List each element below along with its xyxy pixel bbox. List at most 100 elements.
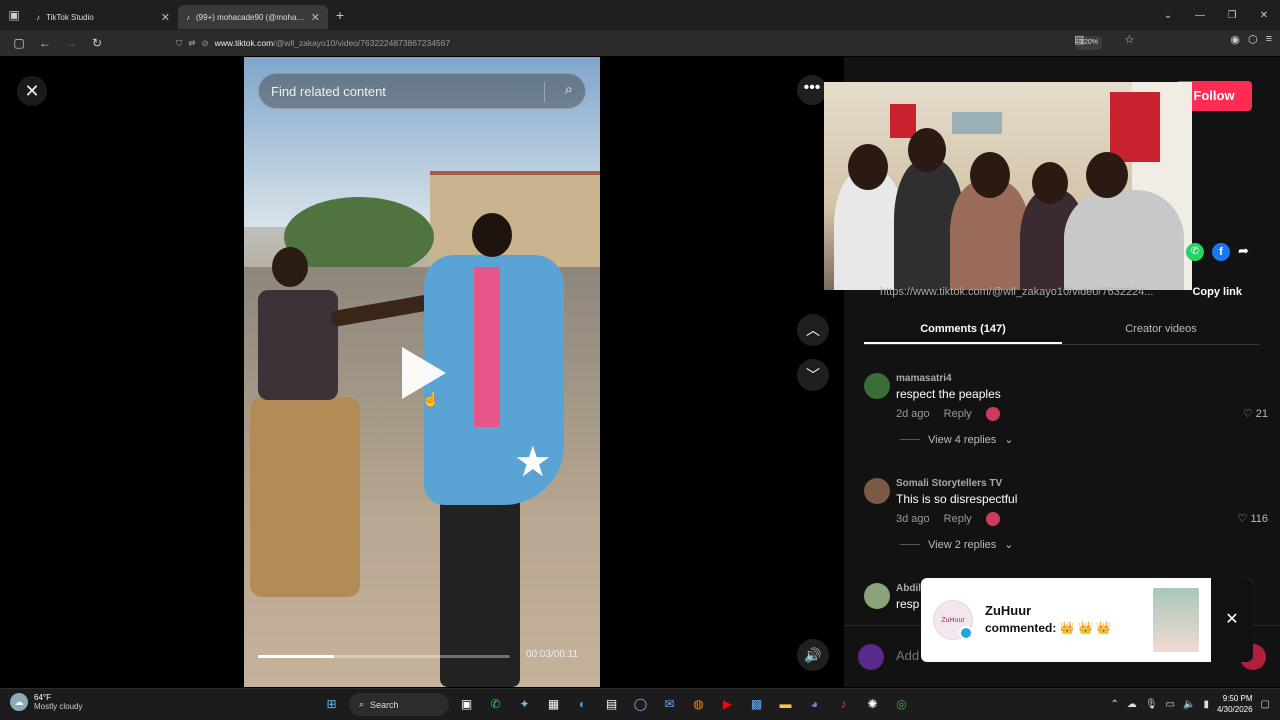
- bookmark-star-icon[interactable]: ☆: [1124, 33, 1134, 46]
- network-icon[interactable]: ▭: [1166, 699, 1175, 710]
- view-replies-label: View 4 replies: [928, 433, 997, 446]
- video-thumbnail[interactable]: [1153, 588, 1199, 652]
- mouse-cursor-icon: ☝: [422, 391, 440, 407]
- close-tab-icon[interactable]: ✕: [161, 11, 170, 24]
- speaker-icon[interactable]: 🔈: [1183, 699, 1195, 710]
- window-controls: ⌄ — ❐ ✕: [1152, 0, 1280, 30]
- picture-in-picture-video[interactable]: [824, 82, 1192, 290]
- volume-button[interactable]: 🔊: [797, 639, 829, 671]
- chevron-up-icon[interactable]: ⌃: [1110, 699, 1118, 710]
- sidebar-toggle-icon[interactable]: ▢: [8, 36, 30, 50]
- tab-comments[interactable]: Comments (147): [864, 317, 1062, 344]
- calculator-icon[interactable]: ▩: [745, 693, 768, 716]
- tiktok-video-page: ✕ ★ Find related content ⌕ ☝ 00:03/00:11…: [0, 57, 1280, 687]
- previous-video-button[interactable]: ︿: [797, 314, 829, 346]
- comment-username[interactable]: Abdil: [896, 583, 921, 594]
- close-toast-button[interactable]: ✕: [1211, 578, 1253, 662]
- reply-button[interactable]: Reply: [944, 408, 972, 420]
- notifications-icon[interactable]: ▢: [1261, 699, 1270, 710]
- extensions-icon[interactable]: ⬡: [1248, 33, 1258, 46]
- minimize-button[interactable]: —: [1184, 10, 1216, 21]
- reader-view-icon[interactable]: ▤: [1074, 33, 1084, 46]
- close-window-button[interactable]: ✕: [1248, 10, 1280, 21]
- chatgpt-icon[interactable]: ✺: [861, 693, 884, 716]
- tab-actions-icon[interactable]: ▣: [0, 0, 28, 30]
- maximize-button[interactable]: ❐: [1216, 10, 1248, 21]
- whatsapp-icon[interactable]: ✆: [484, 693, 507, 716]
- reload-button[interactable]: ↻: [86, 36, 108, 50]
- view-replies-button[interactable]: View 4 replies ⌄: [900, 433, 1014, 446]
- progress-fill: [258, 655, 334, 658]
- avatar[interactable]: [864, 583, 890, 609]
- search-input[interactable]: Find related content: [271, 84, 386, 99]
- comment-username[interactable]: Somali Storytellers TV: [896, 478, 1002, 489]
- notification-toast[interactable]: ZuHuur ZuHuur commented: 👑 👑 👑 ✕: [921, 578, 1253, 662]
- like-count: 21: [1255, 408, 1268, 420]
- cortana-icon[interactable]: ◯: [629, 693, 652, 716]
- find-related-search[interactable]: Find related content ⌕: [258, 73, 586, 109]
- heart-icon[interactable]: ♡: [1243, 408, 1253, 420]
- chevron-down-icon: ⌄: [1004, 539, 1014, 551]
- date: 4/30/2026: [1216, 705, 1253, 714]
- browser-toolbar-icons: ▤ ☆ ◉ ⬡ ≡: [1074, 33, 1272, 46]
- tiktok-icon: ♪: [186, 12, 190, 22]
- youtube-icon[interactable]: ▶: [716, 693, 739, 716]
- tab-creator-videos[interactable]: Creator videos: [1062, 317, 1260, 344]
- clock[interactable]: 9:50 PM 4/30/2026: [1217, 693, 1253, 715]
- share-icons: ✆ f ➦: [1186, 243, 1249, 261]
- facebook-icon[interactable]: f: [1212, 243, 1230, 261]
- browser-tab-tiktok-studio[interactable]: ♪ TikTok Studio ✕: [28, 5, 178, 29]
- more-options-button[interactable]: •••: [797, 75, 827, 105]
- avatar[interactable]: [864, 478, 890, 504]
- shield-icon: ⛉: [176, 37, 183, 48]
- start-icon[interactable]: ⊞: [320, 693, 343, 716]
- close-video-button[interactable]: ✕: [17, 76, 47, 106]
- comment-text: resp: [896, 597, 920, 611]
- new-tab-button[interactable]: +: [328, 7, 352, 23]
- microphone-icon[interactable]: 🎙: [1145, 699, 1158, 710]
- menu-icon[interactable]: ≡: [1266, 33, 1272, 46]
- view-replies-button[interactable]: View 2 replies ⌄: [900, 538, 1014, 551]
- account-icon[interactable]: ◉: [1230, 33, 1240, 46]
- onedrive-icon[interactable]: ☁: [1127, 699, 1137, 710]
- file-explorer-icon[interactable]: ▬: [774, 693, 797, 716]
- battery-icon[interactable]: ▮: [1203, 699, 1209, 710]
- close-tab-icon[interactable]: ✕: [311, 11, 320, 24]
- taskbar-search[interactable]: ⌕ Search: [349, 693, 449, 716]
- heart-icon[interactable]: ♡: [1238, 513, 1248, 525]
- url-text[interactable]: www.tiktok.com/@wll_zakayo10/video/76322…: [215, 38, 450, 48]
- discord-icon[interactable]: ◕: [803, 693, 826, 716]
- task-view-icon[interactable]: ▣: [455, 693, 478, 716]
- toast-username: ZuHuur: [985, 603, 1032, 618]
- video-timecode: 00:03/00:11: [526, 649, 579, 660]
- address-bar[interactable]: ⛉ ⇄ ⊘ www.tiktok.com/@wll_zakayo10/video…: [176, 33, 1128, 53]
- edge-icon[interactable]: ◐: [571, 693, 594, 716]
- video-progress-bar[interactable]: [258, 655, 510, 658]
- tab-list-icon[interactable]: ⌄: [1152, 10, 1184, 21]
- copilot-icon[interactable]: ✦: [513, 693, 536, 716]
- share-link-row: https://www.tiktok.com/@wll_zakayo10/vid…: [872, 281, 1252, 303]
- permissions-icon[interactable]: ⇄: [188, 38, 195, 49]
- weather-widget[interactable]: ☁ 64°F Mostly cloudy: [10, 693, 82, 711]
- firefox-icon[interactable]: ◍: [687, 693, 710, 716]
- search-icon[interactable]: ⌕: [565, 81, 573, 98]
- tiktok-icon[interactable]: ♪: [832, 693, 855, 716]
- forward-button[interactable]: →: [60, 36, 82, 50]
- news-icon[interactable]: ▦: [542, 693, 565, 716]
- toast-message: commented: 👑 👑 👑: [985, 621, 1112, 635]
- mail-icon[interactable]: ✉: [658, 693, 681, 716]
- next-video-button[interactable]: ﹀: [797, 359, 829, 391]
- avatar[interactable]: [864, 373, 890, 399]
- share-arrow-icon[interactable]: ➦: [1238, 243, 1249, 261]
- chrome-icon[interactable]: ◎: [890, 693, 913, 716]
- comment-username[interactable]: mamasatri4: [896, 373, 952, 384]
- store-icon[interactable]: ▤: [600, 693, 623, 716]
- comment-text: respect the peaples: [896, 387, 1001, 401]
- back-button[interactable]: ←: [34, 36, 56, 50]
- reply-button[interactable]: Reply: [944, 513, 972, 525]
- video-player[interactable]: ★ Find related content ⌕ ☝ 00:03/00:11: [244, 57, 600, 687]
- whatsapp-icon[interactable]: ✆: [1186, 243, 1204, 261]
- browser-tab-video[interactable]: ♪ (99+) mohacade90 (@mohaclip ✕: [178, 5, 328, 29]
- copy-link-button[interactable]: Copy link: [1182, 286, 1252, 298]
- comment-input[interactable]: Add: [896, 648, 919, 663]
